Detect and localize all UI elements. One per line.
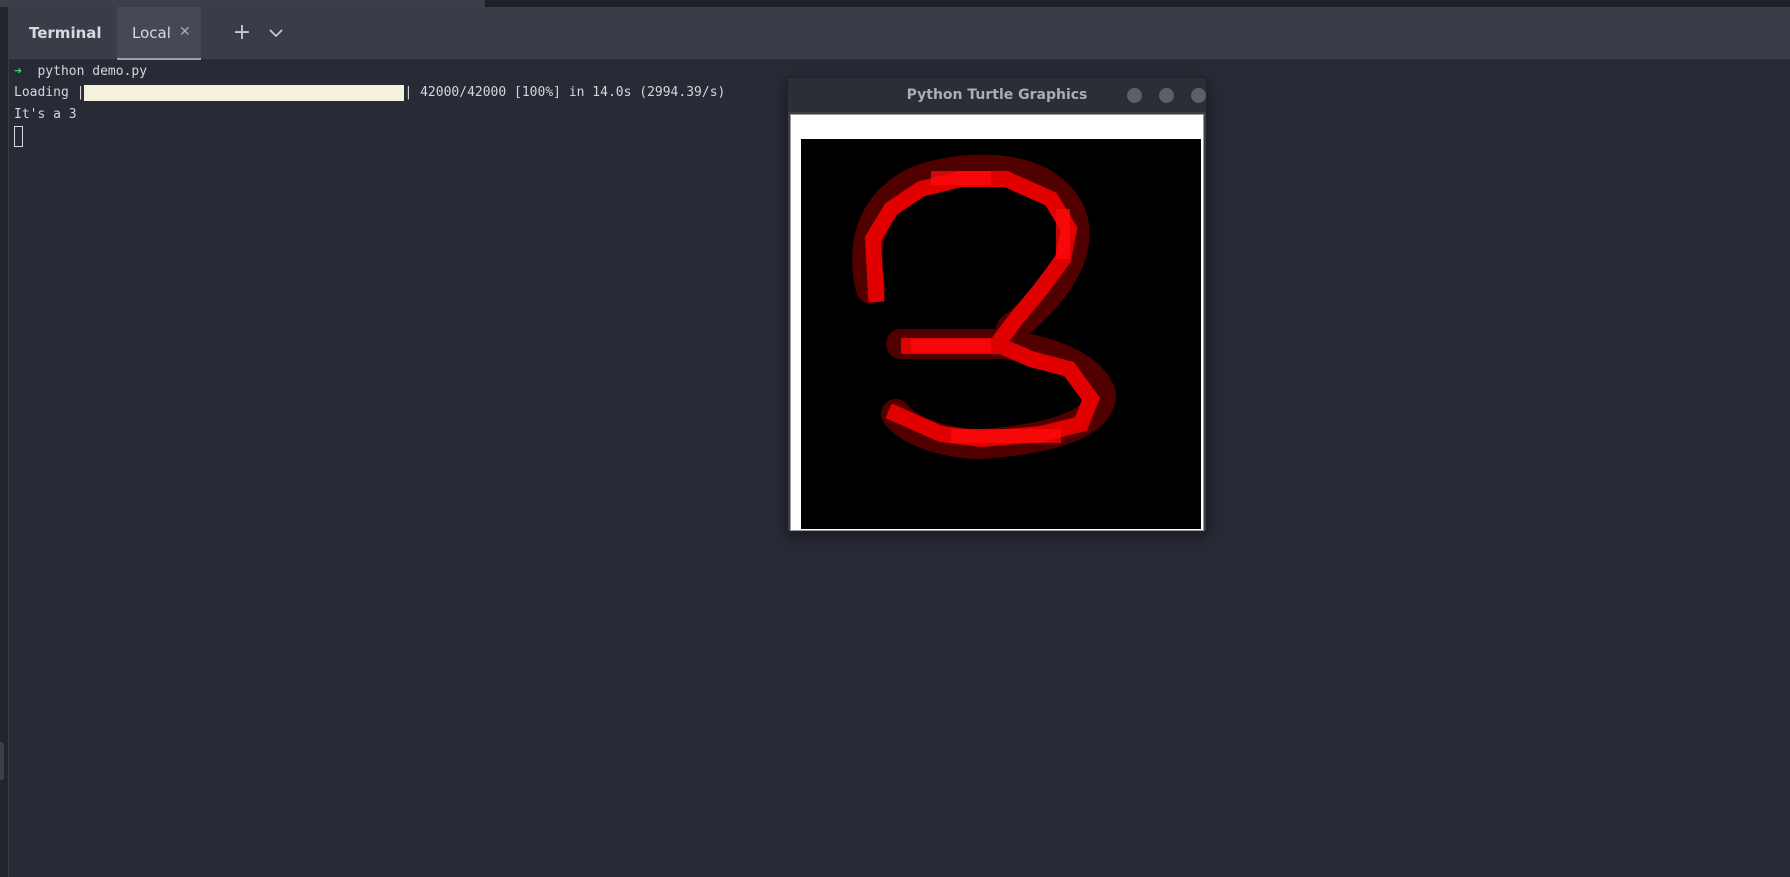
- tab-local-label: Local: [132, 24, 171, 42]
- left-gutter: [0, 7, 9, 877]
- digit-image: [801, 139, 1201, 529]
- turtle-title-bar[interactable]: Python Turtle Graphics: [788, 78, 1206, 112]
- turtle-window[interactable]: Python Turtle Graphics: [787, 77, 1207, 532]
- minimize-button[interactable]: [1127, 88, 1142, 103]
- gutter-handle[interactable]: [0, 742, 4, 780]
- progress-line: Loading | | 42000/42000 [100%] in 14.0s (…: [14, 83, 725, 103]
- terminal-tab-bar: Terminal Local ✕ +: [9, 7, 1790, 60]
- turtle-window-title: Python Turtle Graphics: [906, 87, 1088, 103]
- command-line: ➜ python demo.py: [14, 62, 147, 82]
- tab-local[interactable]: Local ✕: [117, 7, 201, 60]
- top-strip-highlight: [0, 0, 485, 7]
- chevron-down-icon[interactable]: [262, 19, 290, 47]
- progress-suffix: | 42000/42000 [100%] in 14.0s (2994.39/s…: [404, 85, 726, 100]
- turtle-canvas[interactable]: [790, 114, 1204, 531]
- progress-bar: [84, 84, 405, 101]
- tool-window-title: Terminal: [29, 24, 102, 42]
- close-icon[interactable]: ✕: [179, 24, 191, 40]
- command-text: python demo.py: [37, 64, 148, 79]
- plus-icon[interactable]: +: [228, 19, 256, 47]
- top-strip: [0, 0, 1790, 7]
- progress-bar-fill: [84, 84, 405, 101]
- progress-prefix: Loading |: [14, 85, 85, 100]
- result-line: It's a 3: [14, 107, 77, 122]
- prompt-arrow: ➜: [14, 64, 22, 79]
- close-button[interactable]: [1191, 88, 1206, 103]
- terminal-cursor: [14, 126, 23, 147]
- maximize-button[interactable]: [1159, 88, 1174, 103]
